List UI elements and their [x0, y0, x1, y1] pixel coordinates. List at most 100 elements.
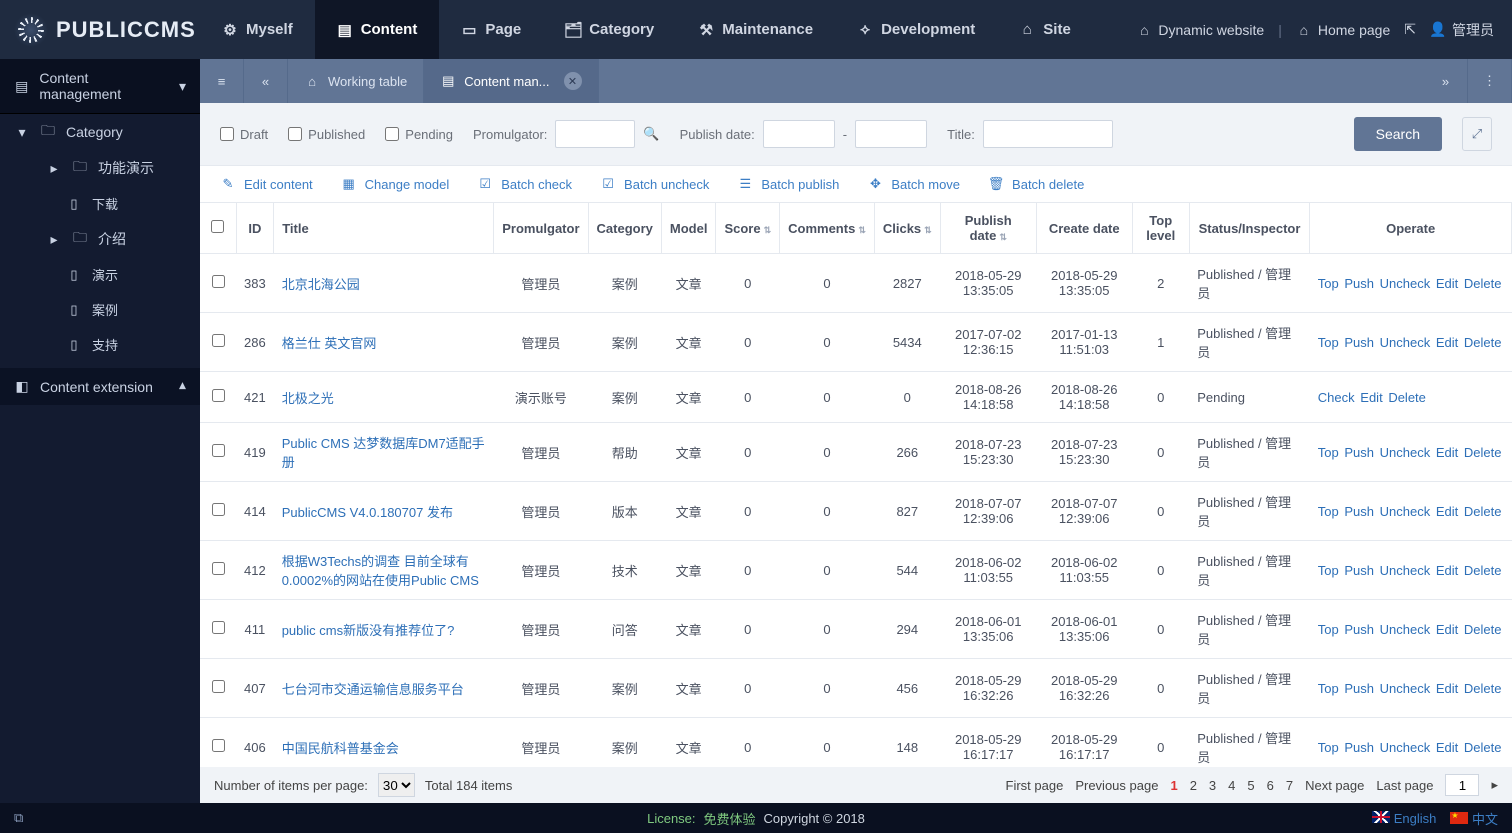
pager-page-4[interactable]: 4: [1228, 778, 1235, 793]
op-push[interactable]: Push: [1344, 622, 1374, 637]
title-link[interactable]: public cms新版没有推荐位了?: [282, 623, 455, 638]
op-top[interactable]: Top: [1318, 740, 1339, 755]
select-all[interactable]: [211, 220, 224, 233]
sidebar-extension[interactable]: ◧ Content extension ▾: [0, 368, 200, 405]
tab-working-table[interactable]: ⌂ Working table: [288, 59, 424, 103]
op-top[interactable]: Top: [1318, 445, 1339, 460]
console-icon[interactable]: ⧉: [14, 810, 23, 826]
sidebar-item-support[interactable]: ▯支持: [0, 327, 200, 362]
pager-page-2[interactable]: 2: [1190, 778, 1197, 793]
logo[interactable]: PUBLICCMS: [0, 13, 200, 47]
col-0[interactable]: [200, 203, 236, 254]
sidebar-item-download[interactable]: ▯ 下载: [0, 186, 200, 221]
row-select[interactable]: [212, 739, 225, 752]
title-link[interactable]: 格兰仕 英文官网: [282, 336, 377, 351]
sidebar-title[interactable]: ▤ Content management ▾: [0, 59, 200, 114]
sidebar-item-demo2[interactable]: ▯演示: [0, 257, 200, 292]
search-button[interactable]: Search: [1354, 117, 1442, 151]
sidebar-item-case[interactable]: ▯案例: [0, 292, 200, 327]
batch-delete-button[interactable]: 🗑Batch delete: [988, 176, 1084, 192]
op-uncheck[interactable]: Uncheck: [1380, 563, 1431, 578]
dynamic-link[interactable]: ⌂Dynamic website: [1136, 22, 1264, 38]
license-link[interactable]: 免费体验: [704, 809, 756, 828]
batch-publish-button[interactable]: ☰Batch publish: [737, 176, 839, 192]
sidebar-item-demo[interactable]: ▸ 🗀 功能演示: [0, 150, 200, 186]
title-input[interactable]: [983, 120, 1113, 148]
op-uncheck[interactable]: Uncheck: [1380, 681, 1431, 696]
topnav-page[interactable]: ▭Page: [439, 0, 543, 59]
op-delete[interactable]: Delete: [1464, 622, 1502, 637]
tab-content-management[interactable]: ▤ Content man... ✕: [424, 59, 598, 103]
row-select[interactable]: [212, 680, 225, 693]
col-12[interactable]: Status/Inspector: [1189, 203, 1310, 254]
tabs-menu-icon[interactable]: ⋮: [1468, 59, 1512, 103]
op-top[interactable]: Top: [1318, 276, 1339, 291]
batch-check-button[interactable]: ☑Batch check: [477, 176, 572, 192]
op-push[interactable]: Push: [1344, 740, 1374, 755]
col-13[interactable]: Operate: [1310, 203, 1512, 254]
op-delete[interactable]: Delete: [1464, 445, 1502, 460]
pager-page-5[interactable]: 5: [1247, 778, 1254, 793]
op-uncheck[interactable]: Uncheck: [1380, 335, 1431, 350]
row-select[interactable]: [212, 334, 225, 347]
lang-chinese[interactable]: 中文: [1450, 809, 1498, 828]
title-link[interactable]: 七台河市交通运输信息服务平台: [282, 682, 464, 697]
batch-uncheck-button[interactable]: ☑Batch uncheck: [600, 176, 709, 192]
title-link[interactable]: 北京北海公园: [282, 277, 360, 292]
topnav-maintenance[interactable]: ⚒Maintenance: [676, 0, 835, 59]
op-push[interactable]: Push: [1344, 335, 1374, 350]
col-7[interactable]: Comments: [780, 203, 875, 254]
op-edit[interactable]: Edit: [1436, 740, 1458, 755]
pager-page-7[interactable]: 7: [1286, 778, 1293, 793]
pager-page-1[interactable]: 1: [1170, 778, 1177, 793]
op-push[interactable]: Push: [1344, 563, 1374, 578]
col-2[interactable]: Title: [274, 203, 494, 254]
pager-first[interactable]: First page: [1006, 778, 1064, 793]
op-delete[interactable]: Delete: [1464, 681, 1502, 696]
topnav-category[interactable]: 🗂Category: [543, 0, 676, 59]
col-6[interactable]: Score: [716, 203, 780, 254]
search-icon[interactable]: 🔍: [643, 126, 659, 142]
op-delete[interactable]: Delete: [1464, 276, 1502, 291]
menu-toggle-icon[interactable]: ≡: [200, 59, 244, 103]
promulgator-input[interactable]: [555, 120, 635, 148]
op-delete[interactable]: Delete: [1464, 563, 1502, 578]
op-top[interactable]: Top: [1318, 622, 1339, 637]
col-1[interactable]: ID: [236, 203, 274, 254]
op-edit[interactable]: Edit: [1436, 563, 1458, 578]
op-edit[interactable]: Edit: [1436, 335, 1458, 350]
pager-jump-input[interactable]: [1445, 774, 1479, 796]
col-4[interactable]: Category: [588, 203, 661, 254]
op-uncheck[interactable]: Uncheck: [1380, 445, 1431, 460]
col-11[interactable]: Top level: [1132, 203, 1189, 254]
op-top[interactable]: Top: [1318, 335, 1339, 350]
op-top[interactable]: Top: [1318, 563, 1339, 578]
col-5[interactable]: Model: [661, 203, 716, 254]
pager-next[interactable]: Next page: [1305, 778, 1364, 793]
pager-last[interactable]: Last page: [1376, 778, 1433, 793]
op-edit[interactable]: Edit: [1360, 390, 1382, 405]
homepage-link[interactable]: ⌂Home page: [1296, 22, 1390, 38]
change-model-button[interactable]: ▦Change model: [341, 176, 450, 192]
close-icon[interactable]: ✕: [564, 72, 582, 90]
topnav-site[interactable]: ⌂Site: [997, 0, 1093, 59]
op-edit[interactable]: Edit: [1436, 622, 1458, 637]
op-edit[interactable]: Edit: [1436, 681, 1458, 696]
op-uncheck[interactable]: Uncheck: [1380, 740, 1431, 755]
title-link[interactable]: 北极之光: [282, 391, 334, 406]
batch-move-button[interactable]: ✥Batch move: [867, 176, 960, 192]
pager-prev[interactable]: Previous page: [1075, 778, 1158, 793]
op-edit[interactable]: Edit: [1436, 504, 1458, 519]
op-push[interactable]: Push: [1344, 445, 1374, 460]
op-uncheck[interactable]: Uncheck: [1380, 504, 1431, 519]
op-uncheck[interactable]: Uncheck: [1380, 622, 1431, 637]
row-select[interactable]: [212, 389, 225, 402]
op-top[interactable]: Top: [1318, 504, 1339, 519]
op-delete[interactable]: Delete: [1464, 504, 1502, 519]
op-check[interactable]: Check: [1318, 390, 1355, 405]
op-top[interactable]: Top: [1318, 681, 1339, 696]
edit-content-button[interactable]: ✎Edit content: [220, 176, 313, 192]
filter-draft[interactable]: Draft: [220, 127, 268, 142]
perpage-select[interactable]: 30: [378, 773, 415, 797]
row-select[interactable]: [212, 562, 225, 575]
